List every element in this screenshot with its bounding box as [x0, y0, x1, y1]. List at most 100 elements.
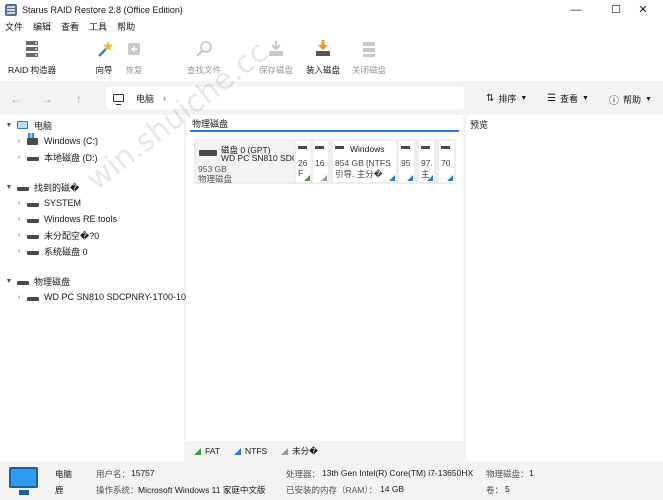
partition-tile[interactable]: 97. 主 [419, 141, 434, 182]
tree-label: 系统磁盘 0 [44, 246, 88, 257]
chevron-right-icon[interactable]: › [14, 232, 24, 239]
find-file-label: 查找文件 [187, 65, 222, 75]
tree-item-unallocated[interactable]: › 未分配空�?0 [14, 227, 99, 243]
recover-label: 恢复 [125, 65, 143, 75]
menu-bar: 文件 编辑 查看 工具 帮助 [0, 19, 663, 33]
recover-icon [124, 39, 144, 59]
ntfs-marker-icon [447, 175, 453, 181]
tree-item-windows-re-tools[interactable]: › Windows RE tools [14, 211, 117, 227]
disk-model: WD PC SN810 SDC [221, 153, 294, 163]
find-file-button[interactable]: 查找文件 [187, 39, 221, 76]
drive-icon [298, 146, 307, 149]
tree-label: Windows RE tools [44, 214, 118, 224]
wizard-button[interactable]: 向导 [94, 39, 114, 76]
chevron-down-icon[interactable]: ▼ [4, 122, 14, 129]
status-disks-label: 物理磁盘： [486, 469, 529, 479]
menu-file[interactable]: 文件 [5, 20, 23, 33]
menu-view[interactable]: 查看 [61, 20, 79, 33]
view-button[interactable]: ☰ 查看 ▼ [547, 92, 589, 105]
legend-label: FAT [205, 446, 220, 456]
status-disks: 1 [529, 468, 534, 478]
tree-item-drive-d[interactable]: › 本地磁盘 (D:) [14, 149, 98, 165]
partition-tile[interactable]: 26 F [296, 141, 311, 182]
tree-label: 找到的磁� [34, 182, 80, 193]
menu-tools[interactable]: 工具 [89, 20, 107, 33]
load-disk-icon [313, 39, 333, 59]
unallocated-marker-icon [321, 175, 327, 181]
up-arrow-icon[interactable]: ↑ [71, 91, 87, 107]
menu-edit[interactable]: 编辑 [33, 20, 51, 33]
raid-builder-label: RAID 构造器 [8, 65, 57, 75]
legend-item-fat: FAT [194, 446, 220, 456]
partition-size: 854 GB [NTFS [335, 158, 391, 168]
status-volumes-label: 卷： [486, 485, 504, 495]
close-button[interactable]: ✕ [623, 0, 663, 19]
chevron-right-icon[interactable]: › [14, 200, 24, 207]
tree-item-found-disks[interactable]: ▼ 找到的磁� [4, 179, 80, 195]
tree-item-system[interactable]: › SYSTEM [14, 195, 81, 211]
drive-icon [27, 219, 39, 223]
tree-item-system-disk[interactable]: › 系统磁盘 0 [14, 243, 88, 259]
drive-icon [401, 146, 410, 149]
chevron-right-icon: › [163, 93, 167, 103]
status-cpu: 13th Gen Intel(R) Core(TM) i7-13650HX [322, 468, 474, 478]
partition-tile[interactable]: 16 [313, 141, 328, 182]
drive-icon [441, 146, 450, 149]
fat-marker-icon [194, 447, 201, 455]
preview-title: 预览 [470, 120, 489, 130]
close-disk-label: 关闭磁盘 [352, 65, 387, 75]
drive-icon [27, 203, 39, 207]
chevron-down-icon[interactable]: ▼ [4, 278, 14, 285]
tree-item-drive-c[interactable]: › Windows (C:) [14, 133, 98, 149]
tree-label: 本地磁盘 (D:) [44, 152, 98, 163]
tree-label: 电脑 [34, 120, 53, 131]
status-ram-label: 已安装的内存（RAM）： [286, 485, 378, 495]
status-computer-name: 电脑 [55, 469, 73, 479]
chevron-right-icon[interactable]: › [14, 216, 24, 223]
partition-tile[interactable]: 95 [399, 141, 414, 182]
breadcrumb[interactable]: 电脑 › [106, 87, 464, 109]
chevron-right-icon[interactable]: › [14, 294, 24, 301]
legend-item-ntfs: NTFS [233, 446, 268, 456]
partition-size: 26 [298, 158, 308, 168]
tab-physical-disks[interactable]: 物理磁盘 [190, 117, 459, 132]
save-disk-button[interactable]: 保存磁盘 [259, 39, 293, 76]
help-button[interactable]: ⓘ 帮助 ▼ [609, 92, 652, 107]
chevron-down-icon[interactable]: ▼ [4, 184, 14, 191]
chevron-right-icon[interactable]: › [14, 138, 24, 145]
raid-builder-button[interactable]: RAID 构造器 [8, 39, 56, 76]
disk-tile[interactable]: 磁盘 0 (GPT) WD PC SN810 SDC 953 GB 物理磁盘 [196, 141, 294, 184]
drive-icon [27, 251, 39, 255]
chevron-right-icon[interactable]: › [14, 248, 24, 255]
drive-icon [199, 150, 217, 156]
breadcrumb-item[interactable]: 电脑 [136, 92, 154, 105]
tree-label: 物理磁盘 [34, 276, 71, 287]
tree-item-wd-disk[interactable]: › WD PC SN810 SDCPNRY-1T00-1006 [14, 289, 196, 305]
unallocated-marker-icon [281, 447, 289, 455]
close-disk-icon [359, 39, 379, 59]
close-disk-button[interactable]: 关闭磁盘 [352, 39, 386, 76]
drive-icon [27, 297, 39, 301]
tree-item-computer[interactable]: ▼ 电脑 [4, 117, 52, 133]
disk-kind: 物理磁盘 [198, 174, 233, 184]
sort-button[interactable]: ⇅ 排序 ▼ [486, 92, 527, 105]
chevron-right-icon[interactable]: › [14, 154, 24, 161]
legend-label: NTFS [244, 446, 268, 456]
partition-tile[interactable]: 70 [439, 141, 454, 182]
tree-item-physical-disks[interactable]: ▼ 物理磁盘 [4, 273, 70, 289]
drive-icon [335, 146, 344, 149]
partition-tile-windows[interactable]: Windows 854 GB [NTFS 引导, 主分� [333, 141, 396, 182]
drive-icon [17, 281, 29, 285]
minimize-button[interactable]: — [556, 0, 596, 19]
load-disk-button[interactable]: 装入磁盘 [306, 39, 340, 76]
chevron-down-icon: ▼ [520, 95, 528, 102]
menu-help[interactable]: 帮助 [117, 20, 135, 33]
wizard-label: 向导 [95, 65, 113, 75]
forward-arrow-icon[interactable]: → [39, 91, 55, 107]
recover-button[interactable]: 恢复 [124, 39, 144, 76]
disk-map-panel: 物理磁盘 磁盘 0 (GPT) WD PC SN810 SDC 953 GB 物… [186, 115, 463, 460]
status-ram: 14 GB [380, 484, 405, 494]
tree-label: WD PC SN810 SDCPNRY-1T00-1006 [44, 292, 197, 302]
back-arrow-icon[interactable]: ← [8, 91, 24, 107]
status-cpu-label: 处理器： [286, 469, 321, 479]
